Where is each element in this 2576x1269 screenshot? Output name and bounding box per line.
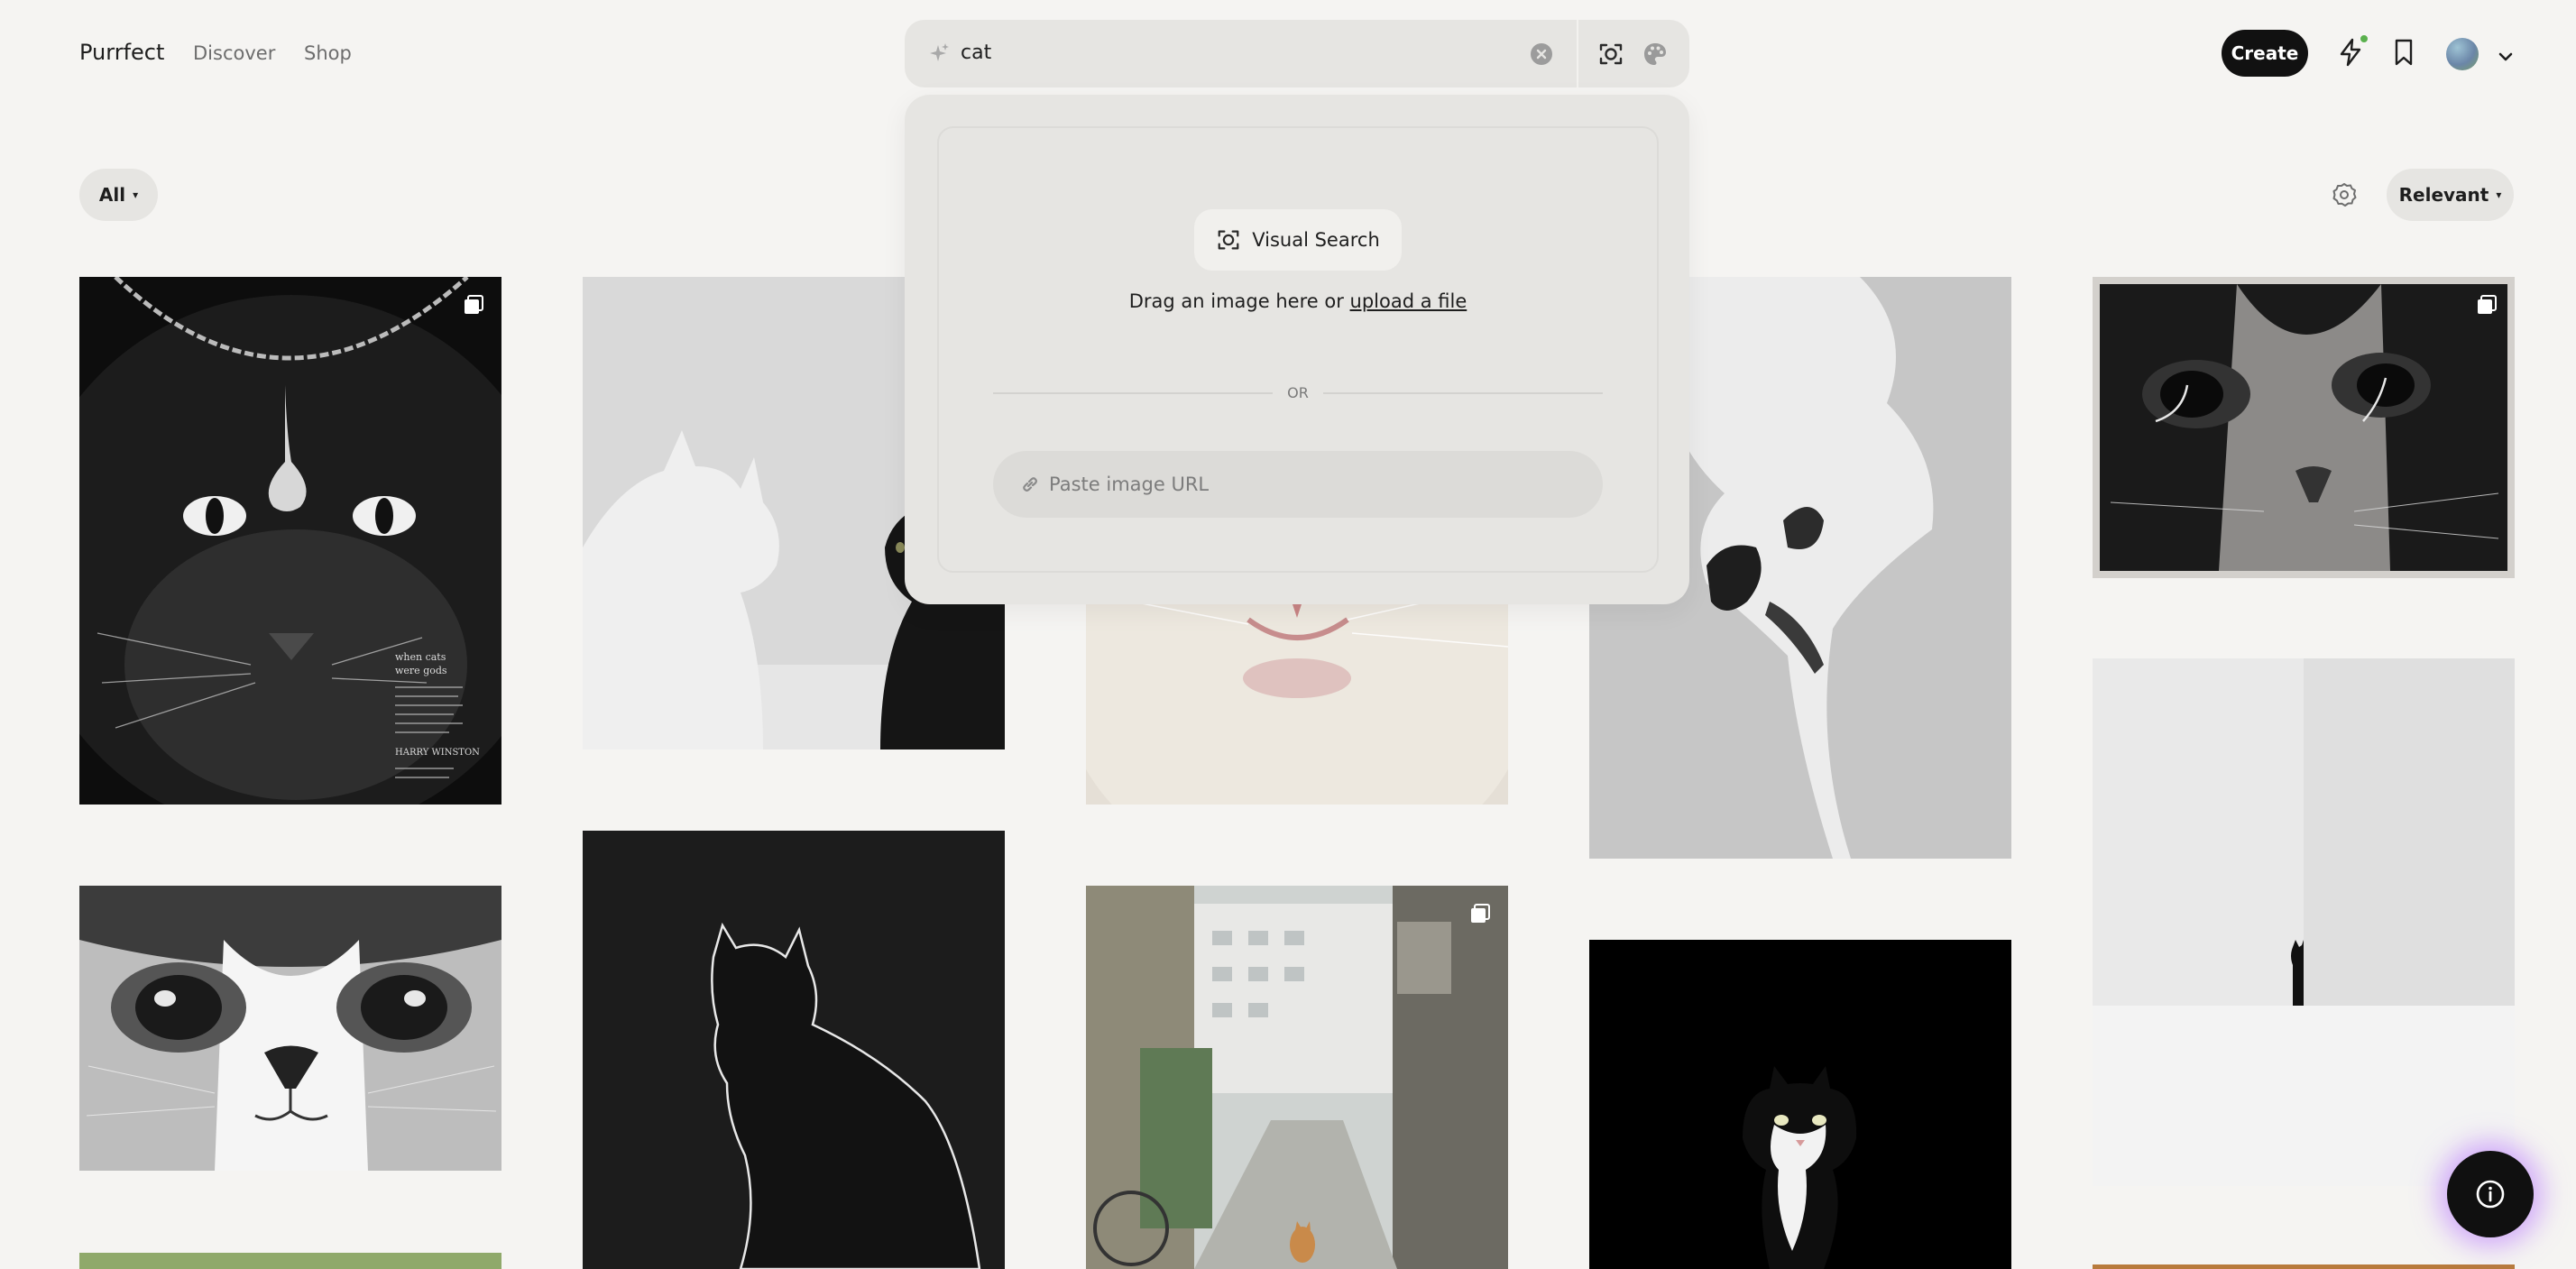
result-tile[interactable] [1589, 940, 2011, 1269]
partial-image [2093, 1264, 2515, 1269]
type-filter-button[interactable]: All ▾ [79, 169, 158, 221]
multi-image-icon [2478, 295, 2497, 314]
tuxedo-cat-image [1589, 940, 2011, 1269]
search-divider [1577, 20, 1578, 87]
clear-search-button[interactable] [1531, 43, 1552, 65]
bookmark-icon[interactable] [2387, 36, 2420, 69]
close-icon [1536, 49, 1547, 60]
ad-headline-2: were gods [395, 665, 447, 676]
result-tile[interactable] [2093, 658, 2515, 1186]
divider-right [1323, 392, 1603, 394]
minimal-cat-image [2093, 658, 2515, 1186]
image-url-input[interactable] [1049, 451, 1581, 518]
result-tile[interactable]: when cats were gods HARRY WINSTON [79, 277, 501, 805]
drop-hint-text: Drag an image here or [1128, 290, 1344, 312]
result-tile[interactable] [2093, 277, 2515, 578]
type-filter-label: All [98, 184, 126, 206]
brand-logo[interactable]: Purrfect [79, 40, 164, 65]
sort-label: Relevant [2398, 184, 2489, 206]
partial-image [79, 1253, 501, 1269]
cat-silhouette-image [583, 831, 1005, 1269]
image-drop-zone[interactable]: Visual Search Drag an image here or uplo… [937, 126, 1659, 573]
or-label: OR [1287, 384, 1309, 401]
result-tile[interactable] [79, 886, 501, 1171]
info-icon [2476, 1180, 2505, 1209]
result-tile[interactable] [583, 831, 1005, 1269]
create-button[interactable]: Create [2222, 30, 2308, 77]
palette-icon[interactable] [1642, 41, 1669, 68]
ad-brand: HARRY WINSTON [395, 748, 480, 758]
visual-search-icon [1218, 230, 1239, 250]
cat-ad-image: when cats were gods HARRY WINSTON [79, 277, 501, 805]
nav-discover[interactable]: Discover [193, 42, 275, 64]
search-bar[interactable]: cat [905, 20, 1689, 87]
cat-print-image [2093, 277, 2515, 578]
nav-shop[interactable]: Shop [304, 42, 352, 64]
sort-button[interactable]: Relevant ▾ [2387, 169, 2514, 221]
drop-hint: Drag an image here or upload a file [939, 290, 1657, 312]
multi-image-icon [1471, 904, 1490, 923]
chevron-down-icon: ▾ [133, 189, 139, 201]
cat-closeup-image [79, 886, 501, 1171]
upload-file-link[interactable]: upload a file [1350, 290, 1467, 312]
image-url-field[interactable] [993, 451, 1603, 518]
visual-search-label: Visual Search [1252, 229, 1380, 251]
visual-search-panel: Visual Search Drag an image here or uplo… [905, 95, 1689, 604]
search-input[interactable]: cat [961, 41, 991, 64]
visual-search-icon[interactable] [1597, 41, 1624, 68]
sparkle-icon [930, 43, 949, 61]
divider-left [993, 392, 1273, 394]
info-button[interactable] [2447, 1151, 2534, 1237]
chevron-down-icon: ▾ [2496, 189, 2502, 201]
settings-icon[interactable] [2330, 180, 2359, 209]
ad-headline-1: when cats [395, 651, 446, 663]
result-tile[interactable] [1086, 886, 1508, 1269]
visual-search-button[interactable]: Visual Search [1194, 209, 1402, 271]
avatar[interactable] [2446, 38, 2479, 70]
result-tile[interactable] [2093, 1264, 2515, 1269]
link-icon [1023, 477, 1037, 492]
chevron-down-icon[interactable] [2496, 47, 2516, 67]
notification-dot [2359, 33, 2369, 44]
result-tile[interactable] [79, 1253, 501, 1269]
alley-cat-image [1086, 886, 1508, 1269]
multi-image-icon [465, 295, 483, 314]
